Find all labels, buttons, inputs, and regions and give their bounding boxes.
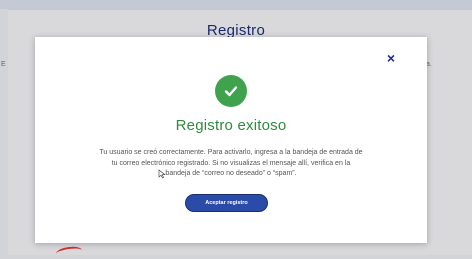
background-text-fragment-left: E: [1, 61, 6, 68]
background-divider: [8, 9, 472, 10]
modal-message-line: tu correo electrónico registrado. Si no …: [111, 159, 351, 167]
modal-message-line: Tu usuario se creó correctamente. Para a…: [99, 149, 363, 156]
close-button[interactable]: ×: [384, 50, 398, 66]
modal-message: Tu usuario se creó correctamente. Para a…: [65, 148, 397, 180]
modal-title: Registro exitoso: [175, 117, 287, 134]
check-circle-icon: [215, 75, 247, 107]
checkmark-icon: [224, 86, 238, 97]
mouse-cursor-icon: [158, 169, 166, 179]
modal-message-line: bandeja de “correo no deseado” o “spam”.: [165, 170, 297, 177]
accept-registration-button[interactable]: Aceptar registro: [185, 194, 268, 212]
close-icon: ×: [386, 50, 396, 66]
browser-top-bar: [0, 0, 472, 9]
success-modal: × Registro exitoso Tu usuario se creó co…: [35, 37, 427, 243]
